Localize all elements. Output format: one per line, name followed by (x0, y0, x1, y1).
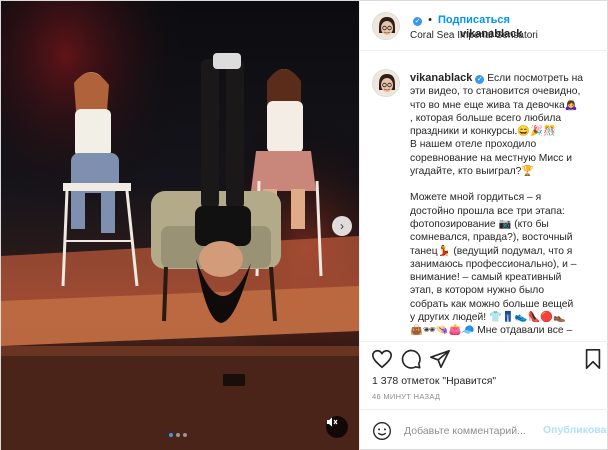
verified-badge-icon: ✓ (475, 75, 485, 84)
publish-button[interactable]: Опубликовать (543, 424, 608, 436)
post-timestamp[interactable]: 46 МИНУТ НАЗАД (372, 392, 440, 401)
share-icon (430, 349, 450, 369)
caption-line: внимание! – самый креативный (410, 272, 562, 284)
comment-button[interactable] (400, 348, 422, 370)
avatar-illustration (373, 70, 399, 96)
caption-line: танец💃 (ведущий подумал, что я (410, 245, 573, 257)
chevron-right-icon: › (340, 219, 344, 233)
caption-line: достойно прошла все три этапа: (410, 205, 565, 217)
location-link[interactable]: Coral Sea Imperial Sensatori (410, 30, 538, 41)
emoji-button[interactable] (372, 421, 392, 441)
smiley-icon (373, 422, 391, 440)
carousel-dot (176, 433, 180, 437)
likes-count[interactable]: 1 378 отметок "Нравится" (372, 375, 496, 387)
speaker-muted-icon (327, 417, 338, 427)
post-dialog: › vikanablack ✓ • Подписаться Coral Sea … (0, 0, 608, 450)
caption-line: соревнование на местную Мисс и (410, 152, 573, 164)
caption-line: занимаюсь профессионально), и – (410, 258, 577, 270)
caption-line: эти видео, то становится очевидно, (410, 86, 581, 98)
caption-line: В нашем отеле проходило (410, 139, 537, 151)
carousel-next-button[interactable]: › (332, 216, 352, 236)
comment-form: Опубликовать (360, 409, 608, 450)
stage-photo (1, 1, 359, 450)
comment-input[interactable] (404, 422, 534, 440)
post-header: vikanablack ✓ • Подписаться Coral Sea Im… (360, 1, 608, 51)
avatar[interactable] (372, 12, 400, 40)
caption-line: праздники и конкурсы.😄🎉🎊 (410, 126, 556, 138)
follow-button[interactable]: Подписаться (438, 14, 510, 26)
caption-line-0: vikanablack ✓ Если посмотреть на (410, 72, 583, 84)
separator-dot: • (428, 14, 432, 26)
header-title-row: vikanablack ✓ • Подписаться (410, 14, 522, 40)
caption-line: фотопозирование 📷 (кто бы (410, 218, 549, 230)
caption-line: Можете мной гордиться – я (410, 192, 542, 204)
mute-button[interactable] (326, 416, 348, 438)
avatar-illustration (373, 13, 399, 39)
caption-line: у других людей! 👕👖👟👠🔴👞 (410, 312, 566, 324)
post-caption: vikanablack ✓ Если посмотреть на эти виде… (360, 59, 608, 341)
caption-text: vikanablack ✓ Если посмотреть на эти виде… (410, 72, 602, 338)
caption-avatar[interactable] (372, 69, 400, 97)
caption-line: , которая больше всего любила (410, 112, 562, 124)
caption-line: угадайте, кто выиграл?🏆 (410, 166, 535, 178)
caption-line: собрать как можно больше вещей (410, 298, 574, 310)
carousel-dot (183, 433, 187, 437)
caption-username[interactable]: vikanablack (410, 72, 472, 84)
bookmark-icon (585, 349, 601, 369)
save-button[interactable] (582, 348, 604, 370)
like-button[interactable] (371, 348, 393, 370)
comment-icon (401, 349, 421, 369)
caption-line: этап, в котором нужно было (410, 285, 545, 297)
caption-line: 👜🕶👒👛🧢 Мне отдавали все – (410, 325, 573, 337)
heart-icon (372, 349, 392, 369)
post-actions (360, 341, 608, 376)
post-side-panel: vikanablack ✓ • Подписаться Coral Sea Im… (359, 1, 608, 450)
carousel-indicator (169, 433, 187, 437)
caption-line: что во мне еще жива та девочка🙇‍♀️ (410, 99, 578, 111)
verified-badge-icon: ✓ (413, 17, 422, 26)
share-button[interactable] (429, 348, 451, 370)
caption-line: сомневался, правда?), восточный (410, 232, 573, 244)
post-media[interactable]: › (1, 1, 359, 450)
carousel-dot (169, 433, 173, 437)
